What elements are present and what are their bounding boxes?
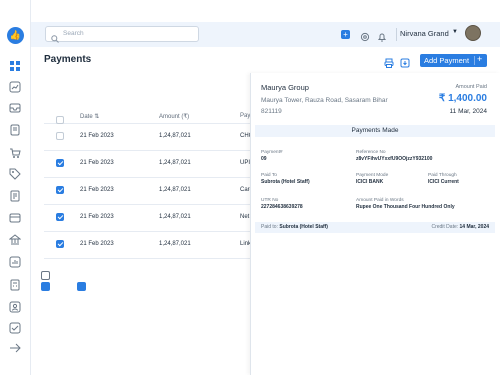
payment-mode-label: Payment Mode: [356, 173, 389, 178]
bank-icon[interactable]: [9, 234, 22, 246]
footer-credit-date: Credit Date: 14 Mar, 2024: [431, 224, 489, 230]
vendor-name: Maurya Group: [261, 83, 309, 92]
amount-words-label: Amount Paid in Words: [356, 198, 404, 203]
dashboard-icon[interactable]: [9, 60, 22, 72]
column-header-date[interactable]: Date ⇅: [80, 113, 99, 120]
cart-icon[interactable]: [9, 147, 22, 159]
row-date: 21 Feb 2023: [80, 241, 114, 247]
table-row[interactable]: 21 Feb 2023 1,24,87,021 CHC: [44, 124, 253, 151]
inbox-icon[interactable]: [9, 102, 22, 114]
payments-icon[interactable]: [9, 212, 22, 224]
search-placeholder: Search: [63, 30, 84, 37]
analytics-icon[interactable]: [9, 256, 22, 268]
vendor-address-line2: 821119: [261, 108, 282, 115]
utr-label: UTR No: [261, 198, 279, 203]
search-input[interactable]: Search: [45, 26, 199, 43]
tag-icon[interactable]: [9, 168, 22, 180]
row-checkbox[interactable]: [56, 186, 64, 194]
amount-paid-value: ₹ 1,400.00: [438, 93, 487, 104]
reference-value: z8vYFihvUYxxfU9OOjzzY932100: [356, 156, 433, 162]
row-checkbox[interactable]: [56, 213, 64, 221]
select-all-checkbox[interactable]: [56, 116, 64, 124]
plus-icon[interactable]: +: [477, 54, 482, 64]
page-title: Payments: [44, 54, 92, 65]
amount-paid-label: Amount Paid: [455, 84, 488, 90]
top-bar: Search + Nirvana Grand ▼: [31, 22, 500, 47]
bulk-action-button[interactable]: [41, 282, 50, 291]
add-payment-label: Add Payment: [424, 56, 470, 65]
row-amount: 1,24,87,021: [159, 214, 191, 220]
bulk-action-button-2[interactable]: [77, 282, 86, 291]
button-divider: [474, 56, 475, 65]
paid-through-label: Paid Through: [428, 173, 457, 178]
table-header: Date ⇅ Amount (₹) Payment: [44, 108, 264, 124]
quick-add-button[interactable]: +: [341, 30, 350, 39]
payment-date: 11 Mar, 2024: [449, 108, 487, 115]
row-date: 21 Feb 2023: [80, 214, 114, 220]
table-row[interactable]: 21 Feb 2023 1,24,87,021 Link: [44, 232, 251, 259]
reference-label: Reference No: [356, 150, 386, 155]
invoice-icon[interactable]: [9, 190, 22, 202]
row-amount: 1,24,87,021: [159, 133, 191, 139]
row-checkbox[interactable]: [56, 159, 64, 167]
payment-number-value: 09: [261, 156, 267, 162]
row-date: 21 Feb 2023: [80, 133, 114, 139]
row-amount: 1,24,87,021: [159, 187, 191, 193]
payment-number-label: Payment#: [261, 150, 283, 155]
download-icon[interactable]: [400, 55, 410, 73]
calculator-icon[interactable]: [9, 279, 22, 291]
table-row[interactable]: 21 Feb 2023 1,24,87,021 Card: [44, 178, 253, 205]
vendor-address-line1: Maurya Tower, Rauza Road, Sasaram Bihar: [261, 97, 388, 104]
notification-bell-icon[interactable]: [377, 29, 387, 47]
checklist-icon[interactable]: [9, 322, 22, 334]
paid-through-value: ICICI Current: [428, 179, 459, 185]
avatar[interactable]: [465, 25, 481, 41]
company-switcher[interactable]: Nirvana Grand ▼: [400, 29, 458, 38]
user-card-icon[interactable]: [9, 301, 22, 313]
topbar-divider: [396, 28, 397, 41]
expand-toggle-button[interactable]: [41, 271, 50, 280]
chevron-down-icon: ▼: [452, 29, 458, 35]
payments-made-section-header: Payments Made: [255, 125, 495, 137]
print-icon[interactable]: [384, 55, 394, 73]
thumbs-up-logo-icon[interactable]: 👍: [7, 27, 24, 44]
row-amount: 1,24,87,021: [159, 241, 191, 247]
amount-words-value: Rupee One Thousand Four Hundred Only: [356, 204, 455, 210]
row-checkbox[interactable]: [56, 132, 64, 140]
expand-arrow-icon[interactable]: [9, 342, 22, 354]
search-icon: [51, 30, 59, 48]
paid-to-label: Paid To: [261, 173, 277, 178]
column-header-amount[interactable]: Amount (₹): [159, 113, 189, 120]
reports-icon[interactable]: [9, 81, 22, 93]
table-row[interactable]: 21 Feb 2023 1,24,87,021 UPI: [44, 151, 251, 178]
utr-value: 227284638639278: [261, 204, 303, 210]
row-date: 21 Feb 2023: [80, 187, 114, 193]
row-payment-mode: Net: [240, 214, 250, 220]
notes-icon[interactable]: [9, 124, 22, 136]
paid-to-value: Subrota (Hotel Staff): [261, 179, 310, 185]
row-date: 21 Feb 2023: [80, 160, 114, 166]
sidebar: 👍: [0, 0, 31, 375]
payment-footer-bar: Paid to: Subrota (Hotel Staff) Credit Da…: [255, 222, 495, 233]
footer-paid-to: Paid to: Subrota (Hotel Staff): [261, 224, 328, 230]
row-payment-mode: UPI: [240, 160, 251, 166]
section-title: Payments Made: [351, 127, 399, 134]
row-amount: 1,24,87,021: [159, 160, 191, 166]
table-row[interactable]: 21 Feb 2023 1,24,87,021 Net: [44, 205, 251, 232]
settings-gear-icon[interactable]: [360, 29, 370, 47]
payment-mode-value: ICICI BANK: [356, 179, 384, 185]
company-name: Nirvana Grand: [400, 29, 449, 38]
add-payment-button[interactable]: Add Payment +: [420, 54, 487, 67]
row-checkbox[interactable]: [56, 240, 64, 248]
